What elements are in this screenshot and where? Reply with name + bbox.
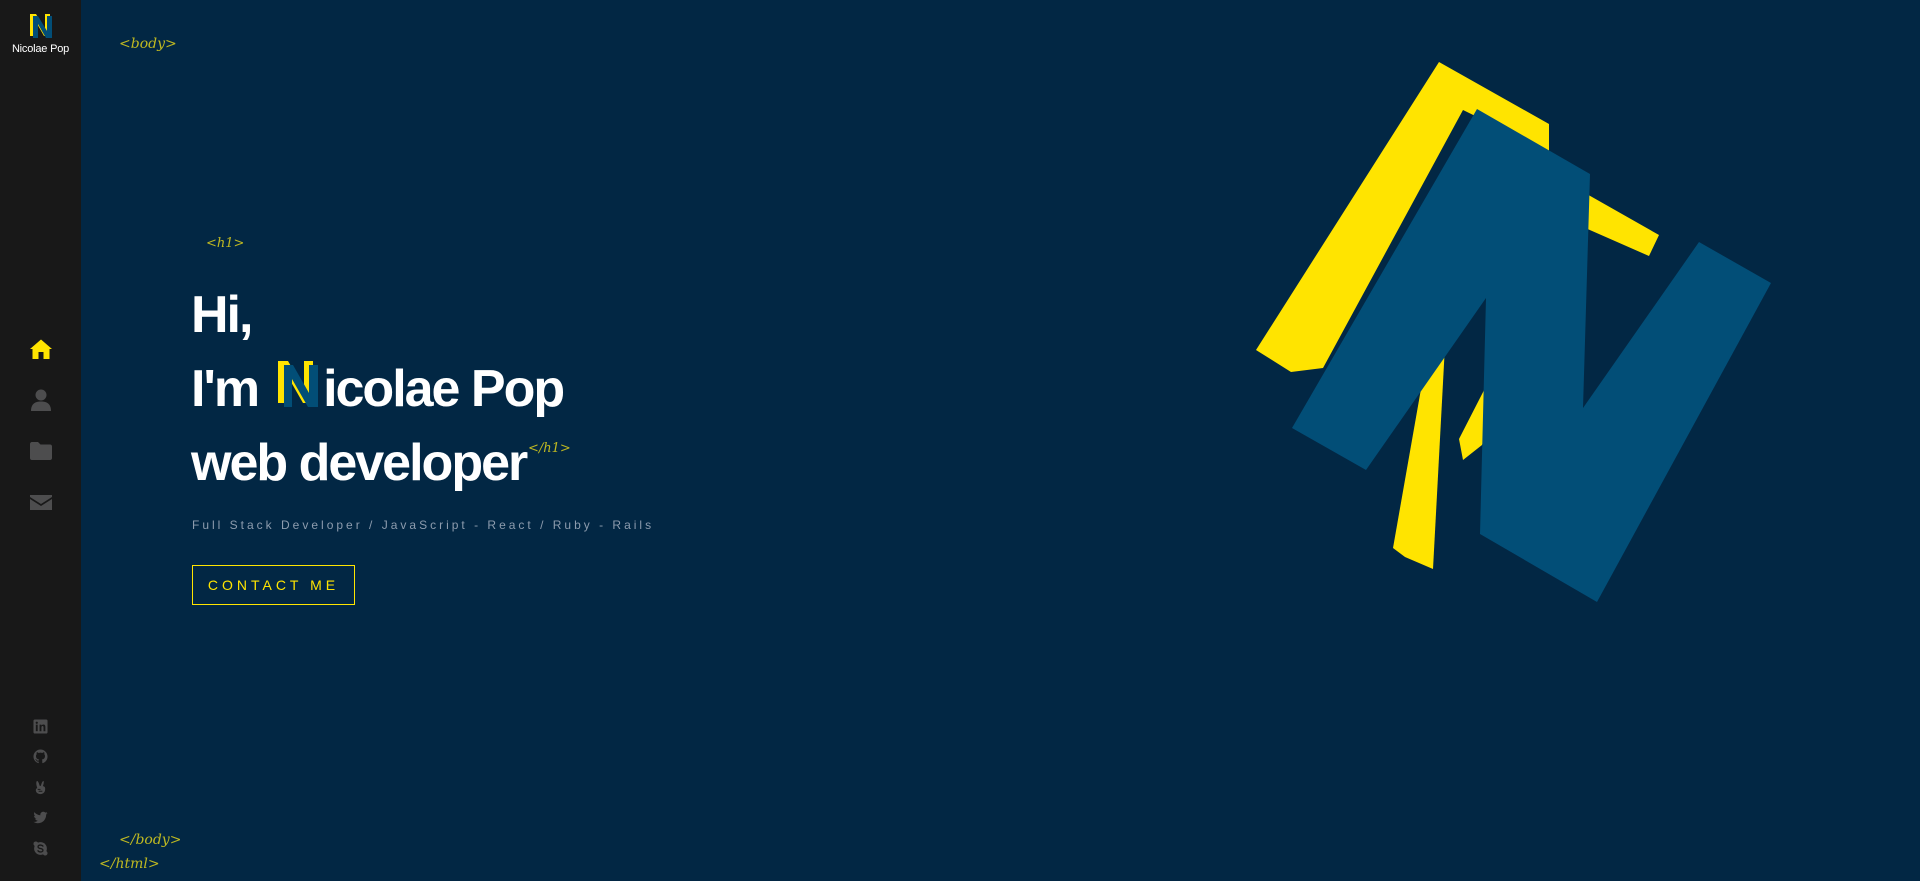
envelope-icon xyxy=(29,494,52,510)
nav-home[interactable] xyxy=(0,323,81,374)
angellist-icon xyxy=(35,780,46,794)
twitter-icon xyxy=(33,811,48,824)
social-angellist[interactable] xyxy=(0,772,81,803)
hero-im: I'm xyxy=(191,360,260,418)
nav-contact[interactable] xyxy=(0,476,81,527)
hero-role: web developer xyxy=(191,434,528,492)
social-github[interactable] xyxy=(0,742,81,773)
hero-greeting: Hi, xyxy=(191,286,253,344)
hero-heading: Hi, I'm icolae Pop web developer xyxy=(191,278,565,500)
hero-name: icolae Pop xyxy=(323,360,565,418)
social-twitter[interactable] xyxy=(0,803,81,834)
sidebar: Nicolae Pop xyxy=(0,0,81,881)
large-n-logo-graphic xyxy=(1256,62,1771,602)
nav-portfolio[interactable] xyxy=(0,425,81,476)
skype-icon xyxy=(33,841,48,856)
social-skype[interactable] xyxy=(0,833,81,864)
body-open-tag: <body> xyxy=(119,36,177,52)
folder-icon xyxy=(29,441,52,460)
hero-subtitle: Full Stack Developer / JavaScript - Reac… xyxy=(192,518,655,532)
social-links xyxy=(0,711,81,864)
home-icon xyxy=(29,339,52,359)
hero-line-greeting: Hi, xyxy=(191,278,563,352)
social-linkedin[interactable] xyxy=(0,711,81,742)
h1-close-tag: </h1> xyxy=(528,441,571,456)
nav-about[interactable] xyxy=(0,374,81,425)
body-close-tag: </body> xyxy=(119,832,182,848)
main-content: <body> <h1> Hi, I'm icolae Pop web devel… xyxy=(81,0,1920,881)
contact-me-button[interactable]: CONTACT ME xyxy=(192,565,355,605)
h1-open-tag: <h1> xyxy=(206,236,245,251)
linkedin-icon xyxy=(33,719,48,734)
brand-name: Nicolae Pop xyxy=(11,43,70,55)
user-icon xyxy=(30,389,51,411)
brand[interactable]: Nicolae Pop xyxy=(0,12,81,55)
n-logo-icon xyxy=(278,361,319,407)
html-close-tag: </html> xyxy=(99,856,160,872)
main-nav xyxy=(0,323,81,527)
github-icon xyxy=(33,749,48,764)
hero-line-name: I'm icolae Pop xyxy=(191,352,565,426)
n-logo-icon xyxy=(29,14,52,38)
hero-line-role: web developer xyxy=(191,426,563,500)
